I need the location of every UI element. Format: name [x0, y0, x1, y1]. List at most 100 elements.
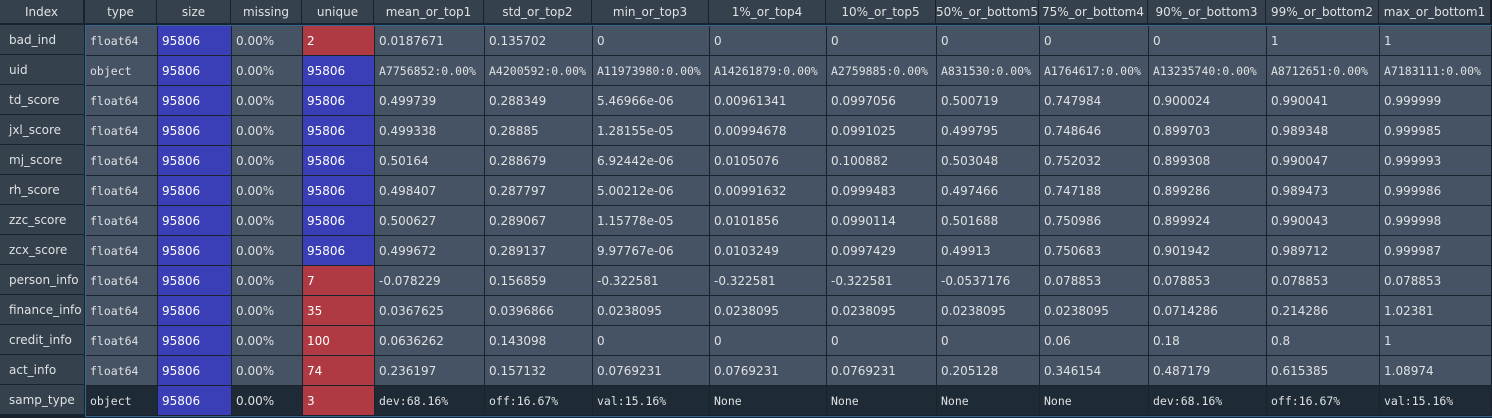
table-cell[interactable]: 0.0714286 — [1149, 296, 1267, 326]
table-cell[interactable]: 0.750683 — [1040, 236, 1149, 266]
row-header[interactable]: act_info — [0, 355, 84, 385]
table-cell[interactable]: 0.0636262 — [375, 326, 485, 356]
table-cell[interactable]: 0 — [827, 326, 937, 356]
table-cell[interactable]: 95806 — [303, 86, 375, 116]
table-cell[interactable]: 0.00% — [232, 146, 303, 176]
table-cell[interactable]: 0.747984 — [1040, 86, 1149, 116]
table-cell[interactable]: float64 — [86, 206, 158, 236]
column-header[interactable]: unique — [302, 0, 374, 24]
table-cell[interactable]: 95806 — [303, 56, 375, 86]
table-cell[interactable]: 0.0101856 — [710, 206, 827, 236]
table-cell[interactable]: 0.899703 — [1149, 116, 1267, 146]
table-cell[interactable]: 0.0991025 — [827, 116, 937, 146]
table-cell[interactable]: 0 — [593, 26, 710, 56]
table-cell[interactable]: 74 — [303, 356, 375, 386]
table-cell[interactable]: float64 — [86, 26, 158, 56]
table-cell[interactable]: 0.0769231 — [593, 356, 710, 386]
table-cell[interactable]: 1.28155e-05 — [593, 116, 710, 146]
table-cell[interactable]: 0.497466 — [937, 176, 1040, 206]
table-cell[interactable]: -0.078229 — [375, 266, 485, 296]
table-cell[interactable]: A7183111:0.00% — [1380, 56, 1492, 86]
table-cell[interactable]: A7756852:0.00% — [375, 56, 485, 86]
table-cell[interactable]: 0.346154 — [1040, 356, 1149, 386]
table-cell[interactable]: 0.288679 — [485, 146, 593, 176]
table-cell[interactable]: 0 — [593, 326, 710, 356]
table-cell[interactable]: 0.500627 — [375, 206, 485, 236]
table-cell[interactable]: 0.899308 — [1149, 146, 1267, 176]
table-cell[interactable]: off:16.67% — [1267, 386, 1380, 416]
row-header[interactable]: person_info — [0, 265, 84, 295]
column-header[interactable]: 1%_or_top4 — [709, 0, 826, 24]
table-cell[interactable]: 2 — [303, 26, 375, 56]
table-cell[interactable]: 0.999985 — [1380, 116, 1492, 146]
column-header[interactable]: 75%_or_bottom4 — [1039, 0, 1148, 24]
table-cell[interactable]: A1764617:0.00% — [1040, 56, 1149, 86]
table-cell[interactable]: 0.0238095 — [827, 296, 937, 326]
table-cell[interactable]: float64 — [86, 326, 158, 356]
table-cell[interactable]: 0.214286 — [1267, 296, 1380, 326]
table-cell[interactable]: 0.0238095 — [937, 296, 1040, 326]
table-cell[interactable]: 0.00% — [232, 266, 303, 296]
table-cell[interactable]: 0.0999483 — [827, 176, 937, 206]
table-cell[interactable]: 0.00994678 — [710, 116, 827, 146]
table-cell[interactable]: 95806 — [158, 236, 232, 266]
table-cell[interactable]: 95806 — [158, 326, 232, 356]
table-cell[interactable]: A11973980:0.00% — [593, 56, 710, 86]
table-cell[interactable]: float64 — [86, 176, 158, 206]
table-cell[interactable]: 1 — [1380, 26, 1492, 56]
table-cell[interactable]: 0.0769231 — [827, 356, 937, 386]
table-cell[interactable]: None — [710, 386, 827, 416]
table-cell[interactable]: 95806 — [158, 266, 232, 296]
row-header[interactable]: zzc_score — [0, 205, 84, 235]
table-cell[interactable]: 0 — [1040, 26, 1149, 56]
table-cell[interactable]: 0.999987 — [1380, 236, 1492, 266]
table-cell[interactable]: 0.288349 — [485, 86, 593, 116]
column-header[interactable]: missing — [231, 0, 302, 24]
table-cell[interactable]: object — [86, 56, 158, 86]
table-cell[interactable]: 0 — [937, 26, 1040, 56]
table-cell[interactable]: 0.750986 — [1040, 206, 1149, 236]
column-header[interactable]: std_or_top2 — [484, 0, 592, 24]
table-cell[interactable]: 0.0238095 — [1040, 296, 1149, 326]
column-header[interactable]: size — [157, 0, 231, 24]
table-cell[interactable]: 0.00% — [232, 296, 303, 326]
table-cell[interactable]: 95806 — [303, 236, 375, 266]
table-cell[interactable]: 0.143098 — [485, 326, 593, 356]
table-cell[interactable]: 1.02381 — [1380, 296, 1492, 326]
table-cell[interactable]: 0.900024 — [1149, 86, 1267, 116]
table-cell[interactable]: -0.322581 — [827, 266, 937, 296]
table-cell[interactable]: 0.157132 — [485, 356, 593, 386]
table-cell[interactable]: 0.990047 — [1267, 146, 1380, 176]
column-header[interactable]: 99%_or_bottom2 — [1266, 0, 1379, 24]
table-cell[interactable]: 0.990043 — [1267, 206, 1380, 236]
column-header[interactable]: max_or_bottom1 — [1379, 0, 1491, 24]
table-cell[interactable]: 0.49913 — [937, 236, 1040, 266]
table-cell[interactable]: 5.00212e-06 — [593, 176, 710, 206]
table-cell[interactable]: A4200592:0.00% — [485, 56, 593, 86]
row-header[interactable]: samp_type — [0, 385, 84, 415]
table-cell[interactable]: 0.0103249 — [710, 236, 827, 266]
table-cell[interactable]: 0.135702 — [485, 26, 593, 56]
table-cell[interactable]: float64 — [86, 86, 158, 116]
table-cell[interactable]: 6.92442e-06 — [593, 146, 710, 176]
table-cell[interactable]: 0.748646 — [1040, 116, 1149, 146]
table-cell[interactable]: 0 — [710, 326, 827, 356]
table-cell[interactable]: 0.0187671 — [375, 26, 485, 56]
row-header[interactable]: td_score — [0, 85, 84, 115]
table-cell[interactable]: 0.499795 — [937, 116, 1040, 146]
table-cell[interactable]: off:16.67% — [485, 386, 593, 416]
table-cell[interactable]: 95806 — [158, 26, 232, 56]
table-cell[interactable]: -0.322581 — [710, 266, 827, 296]
column-header[interactable]: 90%_or_bottom3 — [1148, 0, 1266, 24]
row-header[interactable]: bad_ind — [0, 25, 84, 55]
table-cell[interactable]: 95806 — [158, 86, 232, 116]
table-cell[interactable]: 1.15778e-05 — [593, 206, 710, 236]
table-cell[interactable]: 0.28885 — [485, 116, 593, 146]
table-cell[interactable]: 0.289067 — [485, 206, 593, 236]
table-cell[interactable]: 95806 — [303, 206, 375, 236]
table-cell[interactable]: 0.899924 — [1149, 206, 1267, 236]
table-cell[interactable]: 0.078853 — [1267, 266, 1380, 296]
row-header[interactable]: rh_score — [0, 175, 84, 205]
table-cell[interactable]: 1.08974 — [1380, 356, 1492, 386]
table-cell[interactable]: 0.00% — [232, 26, 303, 56]
